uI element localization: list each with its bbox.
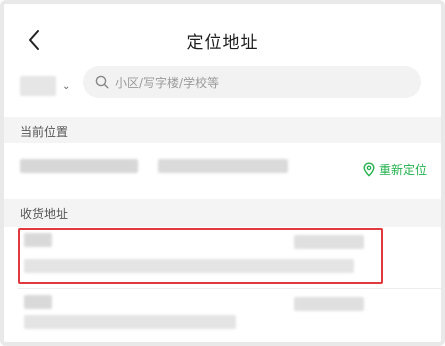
current-location-row[interactable]: 重新定位 bbox=[4, 143, 441, 191]
address-name-blurred bbox=[24, 295, 52, 309]
search-icon bbox=[95, 75, 109, 89]
current-address-blurred bbox=[20, 159, 138, 173]
current-address-blurred-2 bbox=[158, 159, 288, 173]
city-name-blurred bbox=[20, 76, 56, 96]
address-item[interactable] bbox=[4, 289, 441, 342]
section-label-current-location: 当前位置 bbox=[20, 125, 69, 139]
location-pin-icon bbox=[363, 161, 375, 177]
shipping-address-section-header: 收货地址 bbox=[4, 199, 441, 227]
search-input[interactable] bbox=[113, 72, 407, 94]
city-selector[interactable]: ⌄ bbox=[20, 76, 74, 98]
relocate-label: 重新定位 bbox=[378, 162, 427, 177]
chevron-down-icon: ⌄ bbox=[62, 81, 71, 92]
current-location-section-header: 当前位置 bbox=[4, 117, 441, 145]
address-phone-blurred bbox=[294, 235, 364, 249]
search-bar[interactable] bbox=[83, 66, 421, 98]
address-name-blurred bbox=[24, 233, 52, 247]
address-phone-blurred bbox=[294, 297, 364, 311]
page-title: 定位地址 bbox=[186, 33, 259, 53]
relocate-button[interactable]: 重新定位 bbox=[363, 161, 427, 177]
address-detail-blurred bbox=[24, 315, 236, 329]
address-detail-blurred bbox=[24, 259, 354, 273]
section-label-shipping-address: 收货地址 bbox=[20, 207, 69, 221]
address-item[interactable] bbox=[4, 227, 441, 287]
app-frame: 定位地址 ⌄ 当前位置 重新定位 收货地址 bbox=[0, 0, 445, 346]
top-bar: 定位地址 bbox=[4, 4, 441, 64]
